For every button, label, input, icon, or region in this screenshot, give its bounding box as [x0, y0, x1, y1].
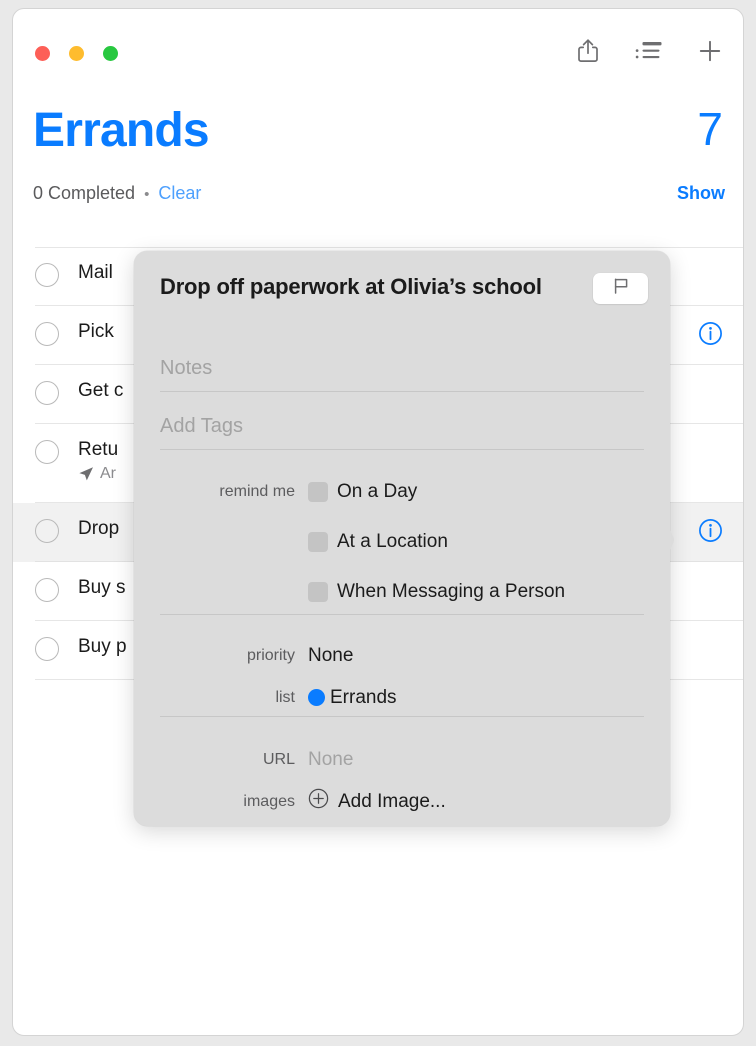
complete-checkbox[interactable] — [35, 322, 59, 346]
list-label: list — [275, 688, 295, 706]
complete-checkbox[interactable] — [35, 440, 59, 464]
divider — [160, 716, 644, 717]
at-a-location-checkbox[interactable] — [308, 531, 328, 552]
popover-header: Drop off paperwork at Olivia’s school — [160, 273, 648, 304]
reminder-info-button[interactable] — [698, 321, 723, 346]
reminder-content: Pick — [78, 320, 114, 344]
clear-completed-link[interactable]: Clear — [158, 183, 201, 204]
when-messaging-label: When Messaging a Person — [337, 580, 566, 602]
reminder-title: Buy p — [78, 636, 127, 657]
complete-checkbox[interactable] — [35, 263, 59, 287]
on-a-day-label: On a Day — [337, 480, 418, 502]
remind-on-a-day-row[interactable]: remind me On a Day — [134, 479, 670, 504]
reminder-detail-popover: Drop off paperwork at Olivia’s school No… — [134, 251, 674, 826]
plus-circle-icon — [308, 788, 329, 815]
remind-when-messaging-value: When Messaging a Person — [308, 581, 565, 603]
images-label: images — [243, 792, 295, 810]
remind-when-messaging-row[interactable]: When Messaging a Person — [134, 579, 670, 604]
at-a-location-label: At a Location — [337, 530, 448, 552]
show-completed-link[interactable]: Show — [677, 183, 725, 204]
reminder-title: Buy s — [78, 577, 126, 598]
reminder-content: Retu Ar — [78, 438, 118, 483]
flag-button[interactable] — [593, 273, 648, 304]
reminder-title: Retu — [78, 439, 119, 460]
flag-icon — [611, 276, 631, 301]
page-title: Errands — [33, 104, 210, 157]
reminder-title: Drop — [78, 518, 120, 539]
list-value-wrap[interactable]: Errands — [308, 687, 397, 709]
url-value[interactable]: None — [308, 749, 353, 771]
priority-value[interactable]: None — [308, 645, 353, 667]
complete-checkbox[interactable] — [35, 578, 59, 602]
reminder-count: 7 — [697, 103, 723, 155]
minimize-button[interactable] — [69, 46, 84, 61]
divider — [160, 391, 644, 392]
priority-label: priority — [246, 646, 295, 664]
reminder-content: Get c — [78, 379, 123, 403]
separator-dot: • — [144, 186, 150, 203]
reminder-content: Mail — [78, 261, 113, 285]
reminder-content: Drop — [78, 517, 119, 541]
add-reminder-button[interactable] — [693, 34, 727, 68]
add-image-label: Add Image... — [338, 790, 446, 812]
list-row[interactable]: list Errands — [134, 685, 670, 710]
completed-bar: 0 Completed • Clear — [33, 183, 201, 204]
reminder-title: Pick — [78, 321, 114, 342]
task-title: Drop off paperwork at Olivia’s school — [160, 274, 542, 299]
reminder-title: Mail — [78, 262, 113, 283]
share-button[interactable] — [571, 34, 605, 68]
share-icon — [576, 38, 600, 64]
tags-input[interactable]: Add Tags — [160, 415, 644, 438]
notes-input[interactable]: Notes — [160, 357, 644, 380]
reminder-content: Buy p — [78, 635, 127, 659]
reminder-location-subtitle: Ar — [78, 465, 118, 483]
remind-at-location-value: At a Location — [308, 531, 448, 553]
window-toolbar — [571, 34, 727, 68]
images-row[interactable]: images Add Image... — [134, 788, 670, 815]
complete-checkbox[interactable] — [35, 381, 59, 405]
remind-on-a-day-value: On a Day — [308, 481, 417, 503]
popover-pointer — [664, 515, 684, 565]
divider — [160, 449, 644, 450]
screenshot-root: Errands 7 0 Completed • Clear Show Mail … — [0, 0, 756, 1046]
completed-count-label: 0 Completed — [33, 183, 136, 203]
divider — [160, 614, 644, 615]
plus-icon — [696, 37, 724, 65]
info-icon — [699, 322, 722, 345]
traffic-light-group — [35, 46, 118, 61]
reminder-content: Buy s — [78, 576, 126, 600]
list-view-icon — [635, 40, 663, 62]
reminder-title: Get c — [78, 380, 124, 401]
list-header: Errands 7 0 Completed • Clear Show — [13, 89, 743, 247]
add-image-button[interactable]: Add Image... — [308, 788, 446, 815]
info-icon — [699, 519, 722, 542]
list-color-dot — [308, 689, 325, 706]
reminder-info-button[interactable] — [698, 518, 723, 543]
remind-me-label: remind me — [219, 482, 295, 500]
zoom-button[interactable] — [103, 46, 118, 61]
reminders-window: Errands 7 0 Completed • Clear Show Mail … — [12, 8, 744, 1036]
complete-checkbox[interactable] — [35, 637, 59, 661]
complete-checkbox[interactable] — [35, 519, 59, 543]
reminder-location-text: Ar — [100, 465, 116, 483]
window-titlebar — [13, 9, 743, 89]
close-button[interactable] — [35, 46, 50, 61]
when-messaging-checkbox[interactable] — [308, 581, 328, 602]
url-label: URL — [262, 750, 295, 768]
priority-row[interactable]: priority None — [134, 643, 670, 668]
location-arrow-icon — [78, 466, 94, 482]
list-value: Errands — [330, 686, 397, 708]
on-a-day-checkbox[interactable] — [308, 481, 328, 502]
remind-at-location-row[interactable]: At a Location — [134, 529, 670, 554]
view-options-button[interactable] — [632, 34, 666, 68]
url-row[interactable]: URL None — [134, 747, 670, 772]
